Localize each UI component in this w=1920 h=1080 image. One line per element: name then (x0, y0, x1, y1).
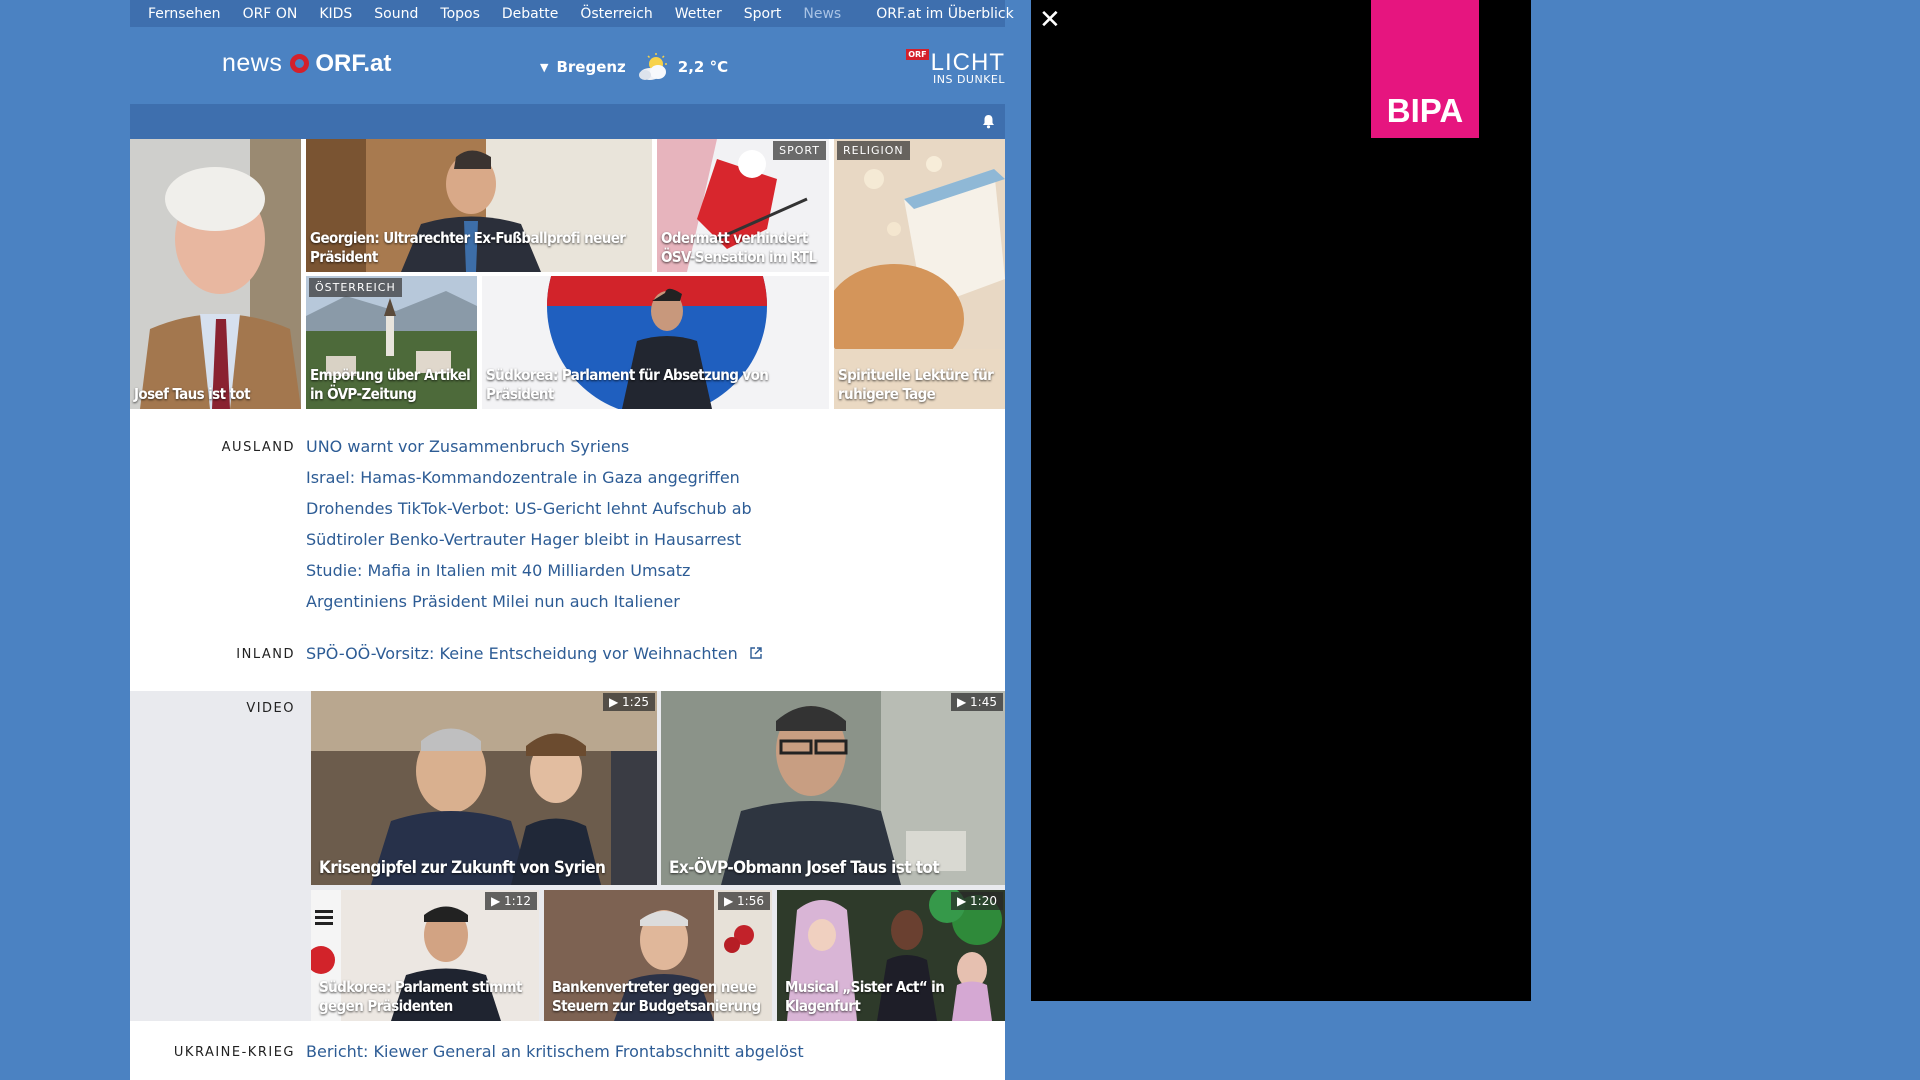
weather-city: Bregenz (556, 58, 626, 76)
nav-kids[interactable]: KIDS (319, 6, 352, 22)
video-duration: ▶ 1:20 (950, 892, 1003, 910)
duration-text: 1:12 (504, 894, 531, 908)
section-label-inland: INLAND (236, 647, 295, 662)
duration-text: 1:25 (622, 695, 649, 709)
video-duration: ▶ 1:56 (717, 892, 770, 910)
nav-fernsehen[interactable]: Fernsehen (148, 6, 221, 22)
nav-overview[interactable]: ORF.at im Überblick (876, 6, 1013, 22)
tag-oesterreich: ÖSTERREICH (309, 278, 402, 297)
news-link[interactable]: Studie: Mafia in Italien mit 40 Milliard… (306, 561, 690, 580)
nav-sound[interactable]: Sound (374, 6, 418, 22)
tile-caption: Josef Taus ist tot (134, 385, 251, 403)
top-navigation: Fernsehen ORF ON KIDS Sound Topos Debatt… (130, 0, 1014, 27)
weather-temperature: 2,2 °C (677, 58, 729, 76)
video-tile-syrien[interactable]: ▶ 1:25 Krisengipfel zur Zukunft von Syri… (311, 691, 657, 885)
orf-ring-icon (290, 54, 310, 73)
bell-icon[interactable] (982, 114, 995, 129)
duration-text: 1:56 (737, 894, 764, 908)
tile-josef-taus[interactable]: Josef Taus ist tot (130, 139, 301, 409)
news-link[interactable]: UNO warnt vor Zusammenbruch Syriens (306, 437, 629, 456)
nav-topos[interactable]: Topos (440, 6, 479, 22)
news-link-text: SPÖ-OÖ-Vorsitz: Keine Entscheidung vor W… (306, 644, 738, 663)
section-label-ausland: AUSLAND (221, 440, 295, 455)
tile-caption: Südkorea: Parlament für Absetzung von Pr… (486, 366, 769, 403)
video-duration: ▶ 1:25 (602, 693, 655, 711)
tile-suedkorea[interactable]: Südkorea: Parlament für Absetzung von Pr… (482, 276, 829, 409)
sun-cloud-icon (638, 53, 667, 80)
bipa-ad-logo[interactable]: BIPA (1371, 0, 1479, 138)
video-duration: ▶ 1:45 (950, 693, 1003, 711)
logo-orf-text: ORF.at (315, 49, 392, 77)
licht-title: LICHT (930, 49, 1005, 76)
main-content: Josef Taus ist tot Georgien: Ultrarechte… (130, 104, 1005, 1080)
logo-news-text: news (222, 49, 283, 77)
section-label-video: VIDEO (246, 701, 295, 716)
play-icon: ▶ (608, 695, 619, 709)
tag-sport: SPORT (773, 141, 826, 160)
play-icon: ▶ (723, 894, 734, 908)
video-caption: Krisengipfel zur Zukunft von Syrien (319, 858, 606, 878)
play-icon: ▶ (956, 894, 967, 908)
tile-empoerung[interactable]: ÖSTERREICH Empörung über Artikel in ÖVP-… (306, 276, 477, 409)
video-caption: Ex-ÖVP-Obmann Josef Taus ist tot (669, 858, 940, 878)
tile-caption: Odermatt verhindert ÖSV-Sensation im RTL (661, 229, 817, 266)
video-caption: Bankenvertreter gegen neue Steuern zur B… (552, 978, 761, 1015)
video-tile-taus[interactable]: ▶ 1:45 Ex-ÖVP-Obmann Josef Taus ist tot (661, 691, 1005, 885)
licht-ins-dunkel-logo[interactable]: ORF LICHT INS DUNKEL (906, 49, 1005, 86)
nav-debatte[interactable]: Debatte (502, 6, 558, 22)
bipa-brand-text: BIPA (1386, 92, 1464, 129)
duration-text: 1:45 (970, 695, 997, 709)
video-duration: ▶ 1:12 (484, 892, 537, 910)
close-icon[interactable]: ✕ (1039, 7, 1063, 33)
dropdown-triangle-icon: ▼ (540, 60, 549, 74)
play-icon: ▶ (490, 894, 501, 908)
nav-wetter[interactable]: Wetter (675, 6, 722, 22)
tile-caption: Georgien: Ultrarechter Ex-Fußballprofi n… (310, 229, 626, 266)
tile-caption: Spirituelle Lektüre für ruhigere Tage (838, 366, 994, 403)
news-link-inland[interactable]: SPÖ-OÖ-Vorsitz: Keine Entscheidung vor W… (306, 644, 763, 663)
external-link-icon (750, 647, 762, 659)
news-orf-logo[interactable]: news ORF.at (222, 49, 391, 78)
video-caption: Musical „Sister Act“ in Klagenfurt (785, 978, 945, 1015)
tag-religion: RELIGION (837, 141, 910, 160)
tile-georgien[interactable]: Georgien: Ultrarechter Ex-Fußballprofi n… (306, 139, 652, 272)
section-label-ukraine: UKRAINE-KRIEG (173, 1045, 295, 1060)
video-tile-suedkorea[interactable]: ▶ 1:12 Südkorea: Parlament stimmt gegen … (311, 890, 539, 1021)
licht-subtitle: INS DUNKEL (933, 73, 1005, 86)
nav-orf-on[interactable]: ORF ON (243, 6, 298, 22)
news-link[interactable]: Bericht: Kiewer General an kritischem Fr… (306, 1042, 804, 1061)
nav-news[interactable]: News (803, 6, 841, 22)
taus-photo (130, 139, 301, 409)
duration-text: 1:20 (970, 894, 997, 908)
tile-caption: Empörung über Artikel in ÖVP-Zeitung (310, 366, 471, 403)
licht-orf-badge: ORF (906, 49, 929, 60)
news-link[interactable]: Südtiroler Benko-Vertrauter Hager bleibt… (306, 530, 741, 549)
video-caption: Südkorea: Parlament stimmt gegen Präside… (319, 978, 522, 1015)
video-thumbnail (311, 691, 657, 885)
video-thumbnail (661, 691, 1005, 885)
news-link[interactable]: Argentiniens Präsident Milei nun auch It… (306, 592, 680, 611)
play-icon: ▶ (956, 695, 967, 709)
notification-bar (130, 104, 1005, 139)
nav-sport[interactable]: Sport (744, 6, 782, 22)
news-link[interactable]: Drohendes TikTok-Verbot: US-Gericht lehn… (306, 499, 752, 518)
tile-odermatt[interactable]: SPORT Odermatt verhindert ÖSV-Sensation … (657, 139, 829, 272)
weather-widget[interactable]: ▼ Bregenz 2,2 °C (540, 53, 728, 81)
ad-overlay: ✕ BIPA (1031, 0, 1531, 1001)
video-tile-sister-act[interactable]: ▶ 1:20 Musical „Sister Act“ in Klagenfur… (777, 890, 1005, 1021)
news-link[interactable]: Israel: Hamas-Kommandozentrale in Gaza a… (306, 468, 740, 487)
site-header: news ORF.at ▼ Bregenz 2,2 °C ORF LICHT IN… (130, 27, 1005, 104)
tile-religion[interactable]: RELIGION Spirituelle Lektüre für ruhiger… (834, 139, 1005, 409)
nav-oesterreich[interactable]: Österreich (580, 6, 652, 22)
video-tile-bankenvertreter[interactable]: ▶ 1:56 Bankenvertreter gegen neue Steuer… (544, 890, 772, 1021)
